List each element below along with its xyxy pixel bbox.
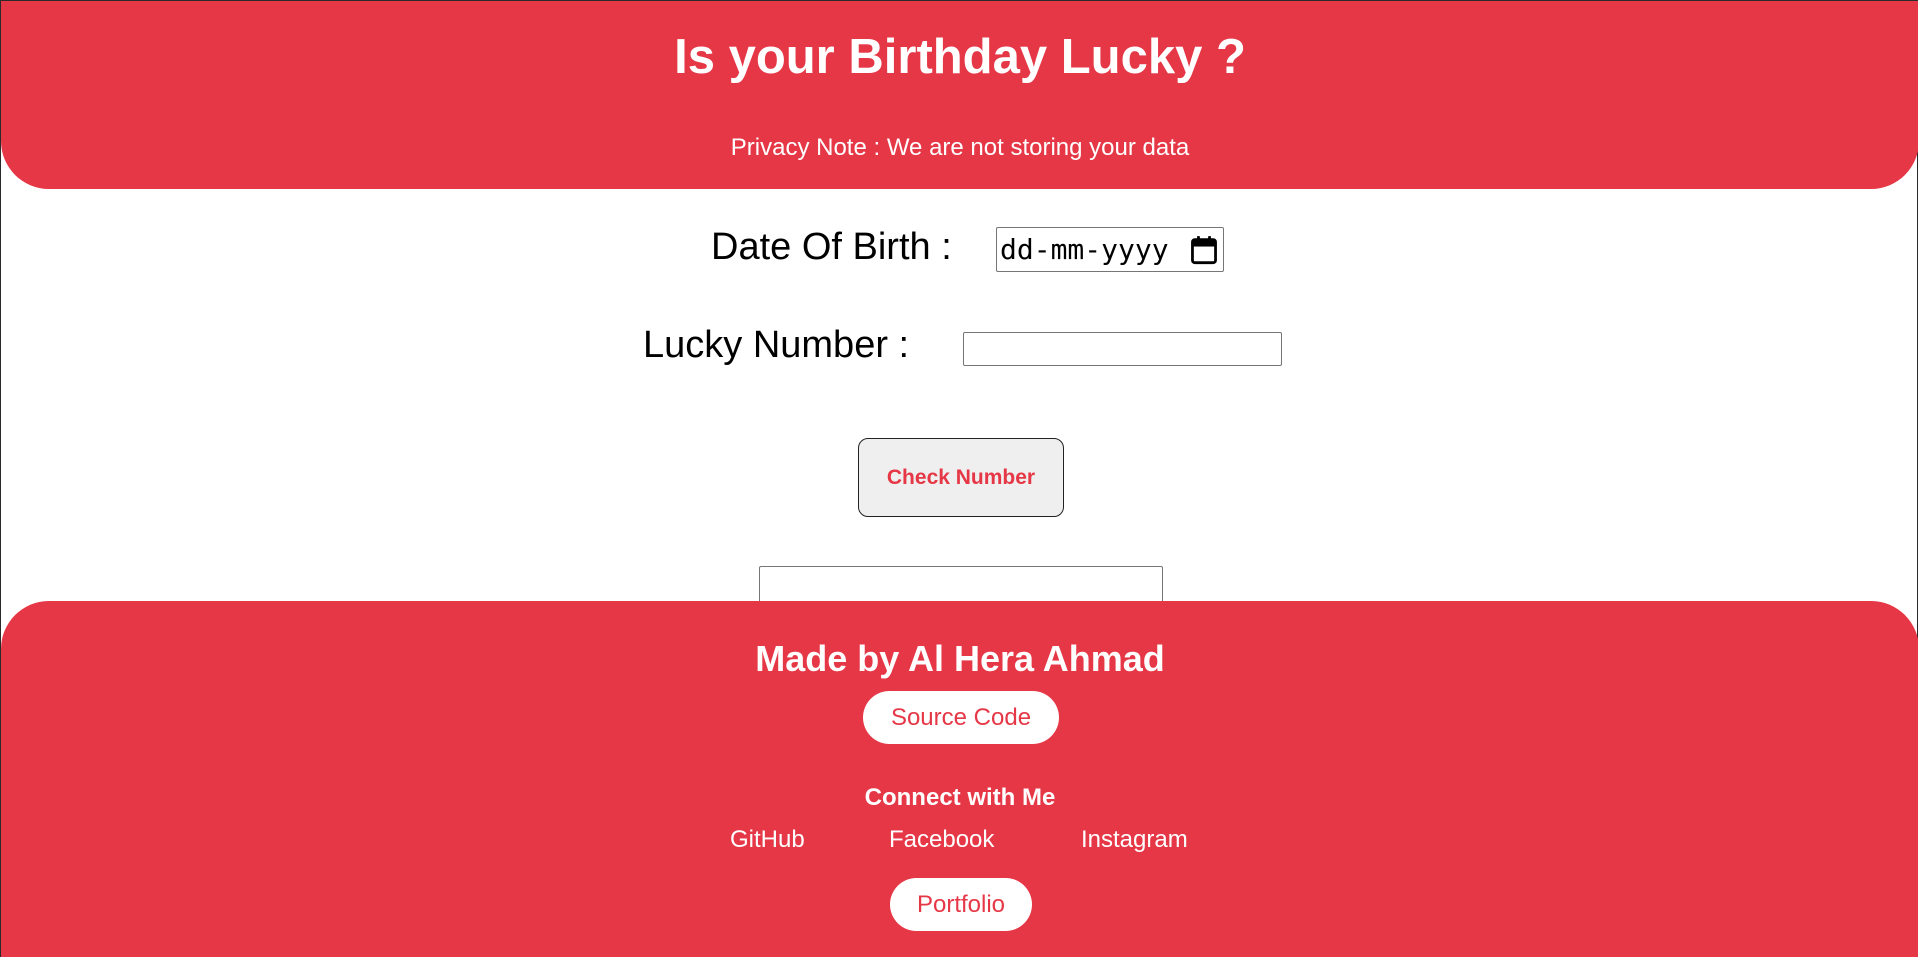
lucky-number-input[interactable] bbox=[963, 332, 1282, 366]
calendar-icon[interactable] bbox=[1190, 235, 1218, 265]
connect-heading: Connect with Me bbox=[864, 784, 1056, 811]
facebook-link[interactable]: Facebook bbox=[889, 825, 994, 855]
footer: Made by Al Hera Ahmad Source Code Connec… bbox=[1, 601, 1918, 957]
portfolio-button[interactable]: Portfolio bbox=[890, 878, 1032, 931]
instagram-link[interactable]: Instagram bbox=[1081, 825, 1188, 855]
dob-placeholder: dd-mm-yyyy bbox=[1000, 233, 1169, 266]
header-banner: Is your Birthday Lucky ? Privacy Note : … bbox=[1, 1, 1918, 189]
check-number-button[interactable]: Check Number bbox=[858, 438, 1064, 517]
source-code-button[interactable]: Source Code bbox=[863, 691, 1059, 744]
lucky-number-label: Lucky Number : bbox=[643, 324, 910, 366]
dob-label: Date Of Birth : bbox=[711, 226, 952, 268]
dob-date-input[interactable]: dd-mm-yyyy bbox=[996, 227, 1224, 272]
page: Is your Birthday Lucky ? Privacy Note : … bbox=[0, 0, 1918, 957]
page-title: Is your Birthday Lucky ? bbox=[674, 30, 1246, 84]
made-by-heading: Made by Al Hera Ahmad bbox=[755, 638, 1165, 679]
privacy-note: Privacy Note : We are not storing your d… bbox=[730, 134, 1190, 161]
github-link[interactable]: GitHub bbox=[730, 825, 805, 855]
